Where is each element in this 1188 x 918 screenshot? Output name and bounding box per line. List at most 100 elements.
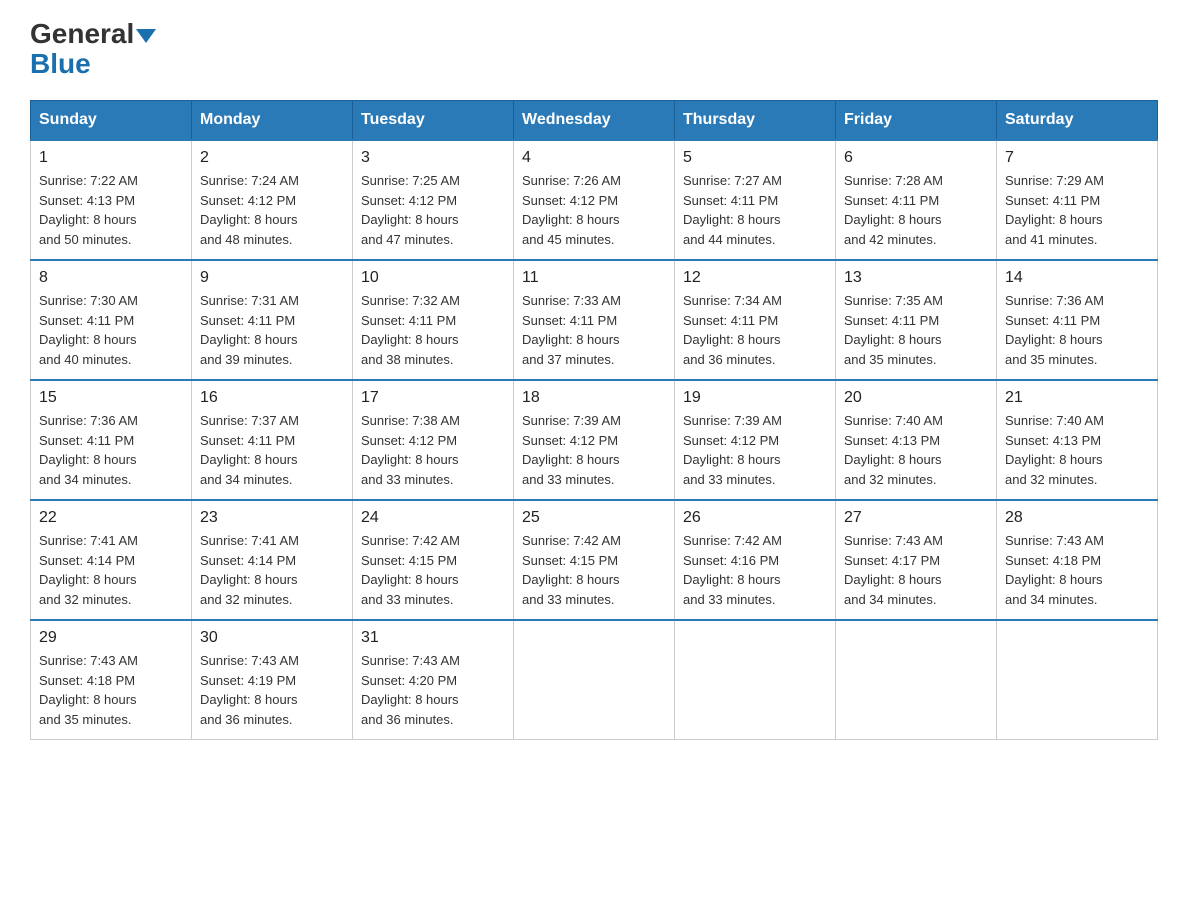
day-info: Sunrise: 7:42 AMSunset: 4:16 PMDaylight:… [683, 531, 827, 609]
day-number: 20 [844, 389, 988, 407]
day-number: 3 [361, 149, 505, 167]
day-number: 6 [844, 149, 988, 167]
day-cell: 10 Sunrise: 7:32 AMSunset: 4:11 PMDayligh… [353, 260, 514, 380]
day-cell: 4 Sunrise: 7:26 AMSunset: 4:12 PMDaylight… [514, 140, 675, 260]
day-number: 18 [522, 389, 666, 407]
day-number: 30 [200, 629, 344, 647]
day-info: Sunrise: 7:43 AMSunset: 4:18 PMDaylight:… [39, 651, 183, 729]
day-info: Sunrise: 7:39 AMSunset: 4:12 PMDaylight:… [683, 411, 827, 489]
day-cell: 13 Sunrise: 7:35 AMSunset: 4:11 PMDayligh… [836, 260, 997, 380]
logo-triangle-icon [136, 29, 156, 43]
day-cell: 6 Sunrise: 7:28 AMSunset: 4:11 PMDaylight… [836, 140, 997, 260]
day-cell: 8Sunrise: 7:30 AMSunset: 4:11 PMDaylight… [31, 260, 192, 380]
day-number: 9 [200, 269, 344, 287]
day-info: Sunrise: 7:43 AMSunset: 4:20 PMDaylight:… [361, 651, 505, 729]
day-cell: 18Sunrise: 7:39 AMSunset: 4:12 PMDayligh… [514, 380, 675, 500]
day-number: 26 [683, 509, 827, 527]
day-number: 13 [844, 269, 988, 287]
day-info: Sunrise: 7:43 AMSunset: 4:18 PMDaylight:… [1005, 531, 1149, 609]
day-number: 17 [361, 389, 505, 407]
header-cell-friday: Friday [836, 101, 997, 141]
day-info: Sunrise: 7:28 AMSunset: 4:11 PMDaylight:… [844, 171, 988, 249]
day-number: 28 [1005, 509, 1149, 527]
day-cell: 16Sunrise: 7:37 AMSunset: 4:11 PMDayligh… [192, 380, 353, 500]
day-cell: 5 Sunrise: 7:27 AMSunset: 4:11 PMDaylight… [675, 140, 836, 260]
header-cell-tuesday: Tuesday [353, 101, 514, 141]
day-info: Sunrise: 7:36 AMSunset: 4:11 PMDaylight:… [1005, 291, 1149, 369]
header-row: SundayMondayTuesdayWednesdayThursdayFrid… [31, 101, 1158, 141]
day-number: 31 [361, 629, 505, 647]
day-cell: 15 Sunrise: 7:36 AMSunset: 4:11 PMDayligh… [31, 380, 192, 500]
header-cell-thursday: Thursday [675, 101, 836, 141]
day-info: Sunrise: 7:31 AMSunset: 4:11 PMDaylight:… [200, 291, 344, 369]
day-number: 23 [200, 509, 344, 527]
day-number: 27 [844, 509, 988, 527]
day-number: 22 [39, 509, 183, 527]
day-cell: 19 Sunrise: 7:39 AMSunset: 4:12 PMDayligh… [675, 380, 836, 500]
day-number: 1 [39, 149, 183, 167]
day-cell: 7 Sunrise: 7:29 AMSunset: 4:11 PMDaylight… [997, 140, 1158, 260]
day-info: Sunrise: 7:22 AMSunset: 4:13 PMDaylight:… [39, 171, 183, 249]
calendar-table: SundayMondayTuesdayWednesdayThursdayFrid… [30, 100, 1158, 740]
day-number: 15 [39, 389, 183, 407]
day-cell: 17 Sunrise: 7:38 AMSunset: 4:12 PMDayligh… [353, 380, 514, 500]
day-info: Sunrise: 7:26 AMSunset: 4:12 PMDaylight:… [522, 171, 666, 249]
day-cell [997, 620, 1158, 740]
day-cell: 30 Sunrise: 7:43 AMSunset: 4:19 PMDayligh… [192, 620, 353, 740]
day-info: Sunrise: 7:29 AMSunset: 4:11 PMDaylight:… [1005, 171, 1149, 249]
calendar-header: SundayMondayTuesdayWednesdayThursdayFrid… [31, 101, 1158, 141]
week-row-4: 22 Sunrise: 7:41 AMSunset: 4:14 PMDayligh… [31, 500, 1158, 620]
day-info: Sunrise: 7:41 AMSunset: 4:14 PMDaylight:… [200, 531, 344, 609]
day-info: Sunrise: 7:32 AMSunset: 4:11 PMDaylight:… [361, 291, 505, 369]
day-info: Sunrise: 7:40 AMSunset: 4:13 PMDaylight:… [844, 411, 988, 489]
day-info: Sunrise: 7:24 AMSunset: 4:12 PMDaylight:… [200, 171, 344, 249]
logo-text-line2: Blue [30, 48, 91, 80]
day-cell: 31 Sunrise: 7:43 AMSunset: 4:20 PMDayligh… [353, 620, 514, 740]
day-number: 16 [200, 389, 344, 407]
header-cell-monday: Monday [192, 101, 353, 141]
week-row-1: 1 Sunrise: 7:22 AMSunset: 4:13 PMDaylight… [31, 140, 1158, 260]
page-header: General Blue [30, 20, 1158, 80]
logo: General Blue [30, 20, 156, 80]
day-info: Sunrise: 7:40 AMSunset: 4:13 PMDaylight:… [1005, 411, 1149, 489]
day-info: Sunrise: 7:36 AMSunset: 4:11 PMDaylight:… [39, 411, 183, 489]
day-number: 14 [1005, 269, 1149, 287]
header-cell-sunday: Sunday [31, 101, 192, 141]
day-cell: 27 Sunrise: 7:43 AMSunset: 4:17 PMDayligh… [836, 500, 997, 620]
day-info: Sunrise: 7:43 AMSunset: 4:19 PMDaylight:… [200, 651, 344, 729]
day-number: 10 [361, 269, 505, 287]
logo-general: General [30, 18, 134, 49]
day-info: Sunrise: 7:34 AMSunset: 4:11 PMDaylight:… [683, 291, 827, 369]
day-info: Sunrise: 7:42 AMSunset: 4:15 PMDaylight:… [361, 531, 505, 609]
day-cell: 28 Sunrise: 7:43 AMSunset: 4:18 PMDayligh… [997, 500, 1158, 620]
day-number: 12 [683, 269, 827, 287]
day-cell: 22 Sunrise: 7:41 AMSunset: 4:14 PMDayligh… [31, 500, 192, 620]
day-cell: 29 Sunrise: 7:43 AMSunset: 4:18 PMDayligh… [31, 620, 192, 740]
day-number: 19 [683, 389, 827, 407]
week-row-5: 29 Sunrise: 7:43 AMSunset: 4:18 PMDayligh… [31, 620, 1158, 740]
day-cell: 21Sunrise: 7:40 AMSunset: 4:13 PMDayligh… [997, 380, 1158, 500]
day-number: 24 [361, 509, 505, 527]
day-cell: 3Sunrise: 7:25 AMSunset: 4:12 PMDaylight… [353, 140, 514, 260]
calendar-body: 1 Sunrise: 7:22 AMSunset: 4:13 PMDaylight… [31, 140, 1158, 740]
day-number: 5 [683, 149, 827, 167]
day-info: Sunrise: 7:35 AMSunset: 4:11 PMDaylight:… [844, 291, 988, 369]
day-cell: 24 Sunrise: 7:42 AMSunset: 4:15 PMDayligh… [353, 500, 514, 620]
day-number: 29 [39, 629, 183, 647]
day-cell [514, 620, 675, 740]
day-info: Sunrise: 7:38 AMSunset: 4:12 PMDaylight:… [361, 411, 505, 489]
day-info: Sunrise: 7:27 AMSunset: 4:11 PMDaylight:… [683, 171, 827, 249]
day-number: 7 [1005, 149, 1149, 167]
day-number: 4 [522, 149, 666, 167]
day-number: 8 [39, 269, 183, 287]
logo-text-line1: General [30, 20, 156, 48]
day-number: 2 [200, 149, 344, 167]
day-cell: 1 Sunrise: 7:22 AMSunset: 4:13 PMDaylight… [31, 140, 192, 260]
day-cell [836, 620, 997, 740]
day-info: Sunrise: 7:43 AMSunset: 4:17 PMDaylight:… [844, 531, 988, 609]
day-cell [675, 620, 836, 740]
day-number: 11 [522, 269, 666, 287]
day-cell: 12 Sunrise: 7:34 AMSunset: 4:11 PMDayligh… [675, 260, 836, 380]
day-info: Sunrise: 7:41 AMSunset: 4:14 PMDaylight:… [39, 531, 183, 609]
week-row-2: 8Sunrise: 7:30 AMSunset: 4:11 PMDaylight… [31, 260, 1158, 380]
